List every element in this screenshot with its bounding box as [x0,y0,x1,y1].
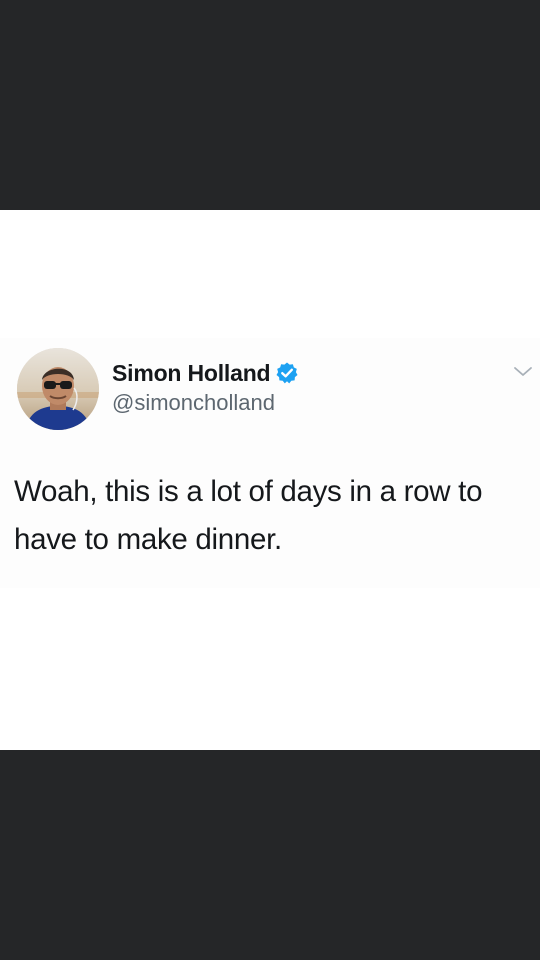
verified-badge-icon [275,361,299,385]
top-letterbox [0,0,540,210]
tweet-text: Woah, this is a lot of days in a row to … [14,475,483,556]
avatar-photo [17,348,99,430]
author-name-row: Simon Holland [112,359,299,387]
bottom-letterbox [0,750,540,960]
tweet-screenshot-panel: Simon Holland @simoncholland Woah, this … [0,210,540,750]
author-handle[interactable]: @simoncholland [112,390,275,416]
avatar[interactable] [17,348,99,430]
author-display-name[interactable]: Simon Holland [112,360,271,387]
chevron-down-icon[interactable] [512,364,534,380]
